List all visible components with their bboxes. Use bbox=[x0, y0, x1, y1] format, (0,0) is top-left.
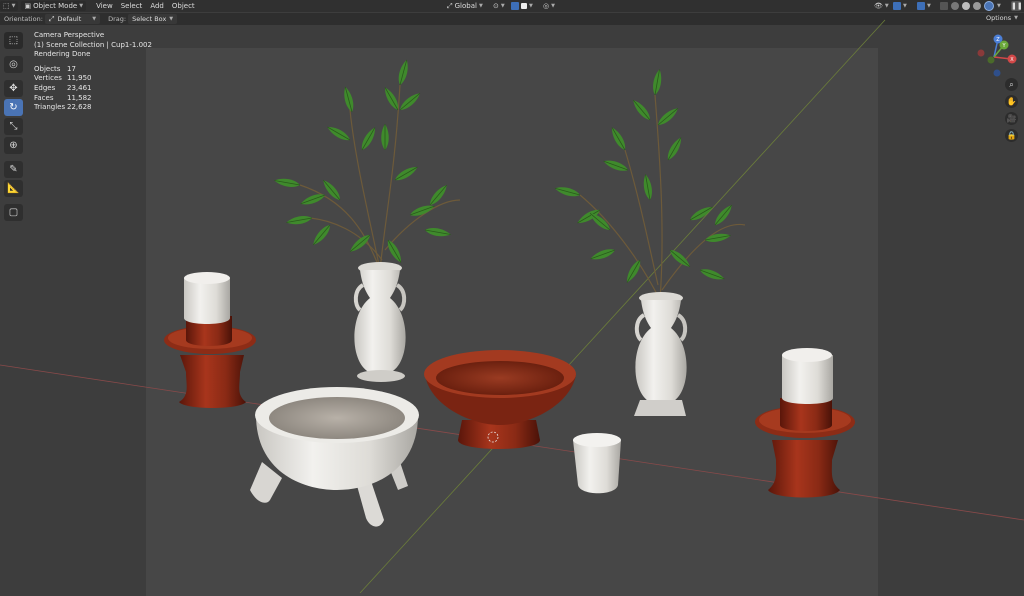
offering-plate bbox=[424, 350, 576, 449]
measure-tool-icon[interactable]: 📐 bbox=[4, 180, 23, 197]
zoom-icon[interactable]: ⌕ bbox=[1005, 78, 1018, 91]
stat-row-vertices: Vertices 11,950 bbox=[34, 74, 92, 83]
select-box-tool-icon[interactable]: ⬚ bbox=[4, 32, 23, 49]
right-leaves bbox=[553, 68, 735, 285]
collection-text: (1) Scene Collection | Cup1-1.002 bbox=[34, 40, 152, 49]
render-status-text: Rendering Done bbox=[34, 50, 91, 59]
pan-hand-icon[interactable]: ✋ bbox=[1005, 95, 1018, 108]
cursor-tool-icon[interactable]: ◎ bbox=[4, 56, 23, 73]
left-plant bbox=[299, 84, 461, 271]
move-tool-icon[interactable]: ✥ bbox=[4, 80, 23, 97]
left-vase bbox=[353, 262, 407, 382]
viewport-stats: Camera Perspective (1) Scene Collection … bbox=[34, 31, 152, 113]
scene-render bbox=[0, 19, 1024, 593]
add-cube-tool-icon[interactable]: ▢ bbox=[4, 204, 23, 221]
transform-tool-icon[interactable]: ⊕ bbox=[4, 137, 23, 154]
left-cup-stand bbox=[164, 272, 256, 408]
navigation-gizmo[interactable]: Z Y X bbox=[974, 33, 1022, 81]
stat-row-objects: Objects 17 bbox=[34, 64, 76, 73]
svg-text:X: X bbox=[1010, 57, 1014, 63]
small-cup bbox=[573, 433, 621, 494]
camera-icon[interactable]: 🎥 bbox=[1005, 112, 1018, 125]
tool-shelf: ⬚ ◎ ✥ ↻ ⤡ ⊕ ✎ 📐 ▢ bbox=[4, 32, 24, 221]
right-plant bbox=[579, 94, 746, 301]
y-axis-line bbox=[359, 19, 886, 593]
right-cup-stand bbox=[755, 348, 855, 498]
rotate-tool-icon[interactable]: ↻ bbox=[4, 99, 23, 116]
view-type-text: Camera Perspective bbox=[34, 31, 105, 39]
stat-row-faces: Faces 11,582 bbox=[34, 93, 92, 102]
right-vase bbox=[634, 292, 688, 416]
scale-tool-icon[interactable]: ⤡ bbox=[4, 118, 23, 135]
svg-text:Z: Z bbox=[996, 37, 1000, 43]
annotate-tool-icon[interactable]: ✎ bbox=[4, 161, 23, 178]
navigation-buttons: ⌕ ✋ 🎥 🔒 bbox=[1005, 78, 1018, 142]
lock-icon[interactable]: 🔒 bbox=[1005, 129, 1018, 142]
censer-bowl bbox=[250, 387, 419, 527]
stat-row-edges: Edges 23,461 bbox=[34, 83, 92, 92]
stat-row-triangles: Triangles 22,628 bbox=[34, 103, 92, 112]
